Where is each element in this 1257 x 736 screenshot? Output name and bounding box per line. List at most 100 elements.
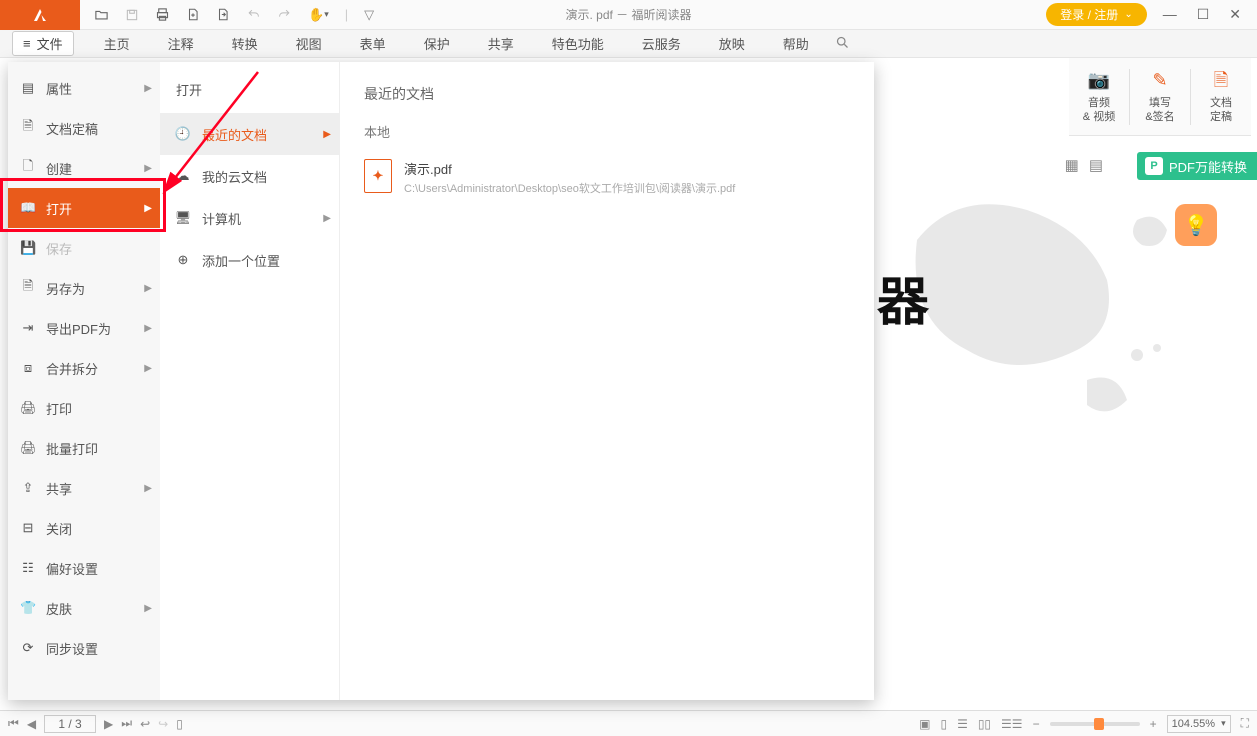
page-add-icon[interactable] (186, 7, 200, 22)
source-add-place[interactable]: ⊕添加一个位置 (160, 239, 339, 281)
bookmark-icon[interactable]: ▯ (176, 717, 183, 731)
menu-sync[interactable]: ⟳同步设置 (8, 628, 160, 668)
menu-export[interactable]: ⇥导出PDF为▶ (8, 308, 160, 348)
zoom-input[interactable]: 104.55%▾ (1167, 715, 1231, 733)
bulb-icon: 💡 (1184, 213, 1209, 238)
menu-open[interactable]: 📖打开▶ (8, 188, 160, 228)
menu-doc-final[interactable]: 🗎文档定稿 (8, 108, 160, 148)
pdf-convert-button[interactable]: P PDF万能转换 (1137, 152, 1257, 180)
recent-heading: 最近的文档 (364, 84, 850, 104)
recent-docs-panel: 最近的文档 本地 ✦ 演示.pdf C:\Users\Administrator… (340, 62, 874, 700)
redo-icon[interactable] (277, 8, 292, 21)
two-page-icon[interactable]: ▯▯ (978, 717, 991, 731)
login-button[interactable]: 登录 / 注册 (1046, 3, 1146, 26)
file-menu-panel: ▤属性▶ 🗎文档定稿 🗋创建▶ 📖打开▶ 💾保存 🗎另存为▶ ⇥导出PDF为▶ … (8, 62, 874, 700)
menu-preferences[interactable]: ☷偏好设置 (8, 548, 160, 588)
undo-icon[interactable] (246, 8, 261, 21)
menu-skin[interactable]: 👕皮肤▶ (8, 588, 160, 628)
first-page-icon[interactable]: ⏮ (8, 716, 19, 731)
tab-cloud[interactable]: 云服务 (624, 30, 699, 57)
tab-convert[interactable]: 转换 (214, 30, 276, 57)
plus-circle-icon: ⊕ (174, 252, 192, 268)
nav-back-icon[interactable]: ↩ (140, 717, 150, 731)
document-background: 器 💡 (877, 140, 1257, 700)
pdf-file-icon: ✦ (364, 159, 392, 193)
last-page-icon[interactable]: ⏭ (121, 716, 132, 731)
audio-video-button[interactable]: 📷音频 & 视频 (1075, 69, 1123, 125)
source-computer[interactable]: 🖥计算机▶ (160, 197, 339, 239)
tab-form[interactable]: 表单 (342, 30, 404, 57)
menu-properties[interactable]: ▤属性▶ (8, 68, 160, 108)
grid-view-icon[interactable]: ▦ (1065, 156, 1079, 174)
page-view-icon[interactable]: ▤ (1089, 156, 1103, 174)
cloud-icon: ☁ (174, 168, 192, 184)
source-cloud[interactable]: ☁我的云文档 (160, 155, 339, 197)
recent-file-path: C:\Users\Administrator\Desktop\seo软文工作培训… (404, 180, 735, 196)
zoom-slider[interactable] (1050, 722, 1140, 726)
recent-file-row[interactable]: ✦ 演示.pdf C:\Users\Administrator\Desktop\… (364, 155, 850, 200)
qat-sep: | (345, 7, 348, 22)
single-page-icon[interactable]: ▯ (940, 717, 947, 731)
menu-merge-split[interactable]: ⧈合并拆分▶ (8, 348, 160, 388)
marquee-icon[interactable]: ▣ (919, 717, 930, 731)
hint-bulb-button[interactable]: 💡 (1175, 204, 1217, 246)
tab-view[interactable]: 视图 (278, 30, 340, 57)
clock-icon: 🕘 (174, 126, 192, 142)
open-icon[interactable] (94, 7, 109, 22)
nav-forward-icon[interactable]: ↪ (158, 717, 168, 731)
continuous-icon[interactable]: ☰ (957, 717, 968, 731)
fullscreen-icon[interactable]: ⛶ (1241, 716, 1249, 731)
two-continuous-icon[interactable]: ☰☰ (1001, 717, 1023, 731)
quick-access-toolbar: ✋▾ | ▽ (80, 7, 388, 23)
file-menu-list: ▤属性▶ 🗎文档定稿 🗋创建▶ 📖打开▶ 💾保存 🗎另存为▶ ⇥导出PDF为▶ … (8, 62, 160, 700)
tab-home[interactable]: 主页 (86, 30, 148, 57)
page-input[interactable]: 1 / 3 (44, 715, 96, 733)
fill-sign-button[interactable]: ✎填写 &签名 (1136, 69, 1184, 125)
menu-close[interactable]: ⊟关闭 (8, 508, 160, 548)
menu-save-as[interactable]: 🗎另存为▶ (8, 268, 160, 308)
doc-final-icon: 🗎 (20, 117, 36, 139)
saveas-icon: 🗎 (20, 277, 36, 299)
doc-final-button[interactable]: 🗎文档 定稿 (1197, 69, 1245, 125)
print-icon[interactable] (155, 7, 170, 22)
new-icon: 🗋 (20, 157, 36, 179)
open-title: 打开 (160, 80, 339, 113)
maximize-button[interactable]: ☐ (1197, 6, 1210, 23)
share-icon: ⇪ (20, 480, 36, 496)
prev-page-icon[interactable]: ◀ (27, 717, 36, 731)
menu-save: 💾保存 (8, 228, 160, 268)
zoom-thumb[interactable] (1094, 718, 1104, 730)
qat-dropdown-icon[interactable]: ▽ (364, 7, 374, 23)
tab-features[interactable]: 特色功能 (534, 30, 622, 57)
tab-present[interactable]: 放映 (701, 30, 763, 57)
hand-icon[interactable]: ✋▾ (308, 7, 329, 23)
zoom-in-icon[interactable]: + (1150, 717, 1157, 731)
menu-create[interactable]: 🗋创建▶ (8, 148, 160, 188)
merge-icon: ⧈ (20, 360, 36, 376)
ribbon-tabs: ≡ 文件 主页 注释 转换 视图 表单 保护 共享 特色功能 云服务 放映 帮助 (0, 30, 1257, 58)
app-logo-tab[interactable] (0, 0, 80, 30)
foxit-logo-icon (31, 6, 49, 24)
doc-icon: 🗎 (1197, 69, 1245, 92)
minimize-button[interactable]: — (1163, 6, 1177, 23)
close-button[interactable]: ✕ (1229, 6, 1241, 23)
source-recent[interactable]: 🕘最近的文档▶ (160, 113, 339, 155)
menu-batch-print[interactable]: 🖨批量打印 (8, 428, 160, 468)
tab-share[interactable]: 共享 (470, 30, 532, 57)
save-icon[interactable] (125, 8, 139, 22)
tab-protect[interactable]: 保护 (406, 30, 468, 57)
page-navigation: ⏮ ◀ 1 / 3 ▶ ⏭ ↩ ↪ ▯ (8, 715, 183, 733)
tab-help[interactable]: 帮助 (765, 30, 827, 57)
status-right: ▣ ▯ ☰ ▯▯ ☰☰ − + 104.55%▾ ⛶ (919, 715, 1249, 733)
page-next-icon[interactable] (216, 7, 230, 22)
file-menu-button[interactable]: ≡ 文件 (12, 31, 74, 56)
tab-comment[interactable]: 注释 (150, 30, 212, 57)
menu-print[interactable]: 🖨打印 (8, 388, 160, 428)
zoom-out-icon[interactable]: − (1033, 717, 1040, 731)
menu-share[interactable]: ⇪共享▶ (8, 468, 160, 508)
separator (1129, 69, 1130, 125)
save-icon: 💾 (20, 240, 36, 256)
local-heading: 本地 (364, 122, 850, 141)
next-page-icon[interactable]: ▶ (104, 717, 113, 731)
search-icon[interactable] (835, 35, 850, 53)
